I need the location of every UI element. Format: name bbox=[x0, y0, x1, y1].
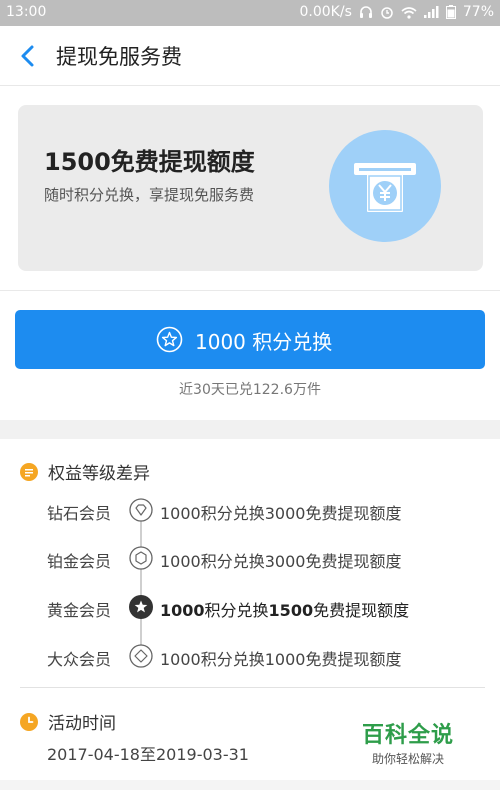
signal-icon bbox=[423, 6, 439, 18]
clock-icon bbox=[20, 712, 38, 731]
gold-badge-icon bbox=[129, 595, 153, 619]
page-title: 提现免服务费 bbox=[56, 45, 182, 69]
status-bar: 13:00 0.00K/s 77% bbox=[0, 0, 500, 26]
wifi-icon bbox=[401, 6, 417, 19]
tier-name: 铂金会员 bbox=[47, 552, 112, 571]
status-right: 0.00K/s 77% bbox=[300, 4, 495, 20]
tier-name: 钻石会员 bbox=[47, 504, 112, 523]
activity-title: 活动时间 bbox=[48, 714, 116, 734]
tier-desc: 1000积分兑换1000免费提现额度 bbox=[160, 650, 402, 669]
watermark-logo: 百科全说 助你轻松解决 bbox=[362, 717, 454, 767]
headphones-icon bbox=[359, 6, 372, 18]
bottom-band bbox=[0, 780, 500, 790]
divider bbox=[0, 290, 500, 291]
battery-level: 77% bbox=[462, 4, 494, 20]
redeemed-count: 近30天已兑122.6万件 bbox=[179, 382, 321, 398]
tier-name: 大众会员 bbox=[47, 650, 112, 669]
promo-card: 1500免费提现额度 随时积分兑换，享提现免服务费 bbox=[18, 105, 483, 271]
tier-desc: 1000积分兑换1500免费提现额度 bbox=[160, 601, 410, 620]
watermark-title: 百科全说 bbox=[362, 723, 455, 748]
app-bar: 提现免服务费 bbox=[0, 26, 500, 86]
star-circle-icon bbox=[156, 326, 183, 353]
battery-icon bbox=[445, 5, 456, 19]
promo-headline: 1500免费提现额度 bbox=[44, 148, 255, 176]
tier-desc: 1000积分兑换3000免费提现额度 bbox=[160, 504, 402, 523]
promo-subtitle: 随时积分兑换，享提现免服务费 bbox=[44, 186, 255, 204]
alarm-icon bbox=[381, 7, 393, 19]
status-time: 13:00 bbox=[6, 4, 47, 20]
platinum-badge-icon bbox=[129, 546, 153, 570]
benefits-header: 权益等级差异 bbox=[20, 459, 150, 484]
back-arrow-icon[interactable] bbox=[14, 42, 42, 70]
section-gap bbox=[0, 420, 500, 439]
benefits-title: 权益等级差异 bbox=[48, 464, 150, 484]
atm-yuan-icon bbox=[329, 130, 441, 242]
public-badge-icon bbox=[129, 644, 153, 668]
tier-name: 黄金会员 bbox=[47, 601, 112, 620]
exchange-points-button[interactable]: 1000 积分兑换 bbox=[15, 310, 485, 369]
divider bbox=[20, 687, 485, 688]
watermark-tagline: 助你轻松解决 bbox=[372, 752, 445, 766]
diamond-badge-icon bbox=[129, 498, 153, 522]
activity-header: 活动时间 bbox=[20, 709, 116, 734]
tier-desc: 1000积分兑换3000免费提现额度 bbox=[160, 552, 402, 571]
tier-timeline bbox=[140, 510, 142, 656]
network-speed: 0.00K/s bbox=[299, 4, 352, 20]
exchange-label: 1000 积分兑换 bbox=[195, 330, 333, 354]
activity-dates: 2017-04-18至2019-03-31 bbox=[47, 745, 249, 764]
message-list-icon bbox=[20, 462, 38, 481]
